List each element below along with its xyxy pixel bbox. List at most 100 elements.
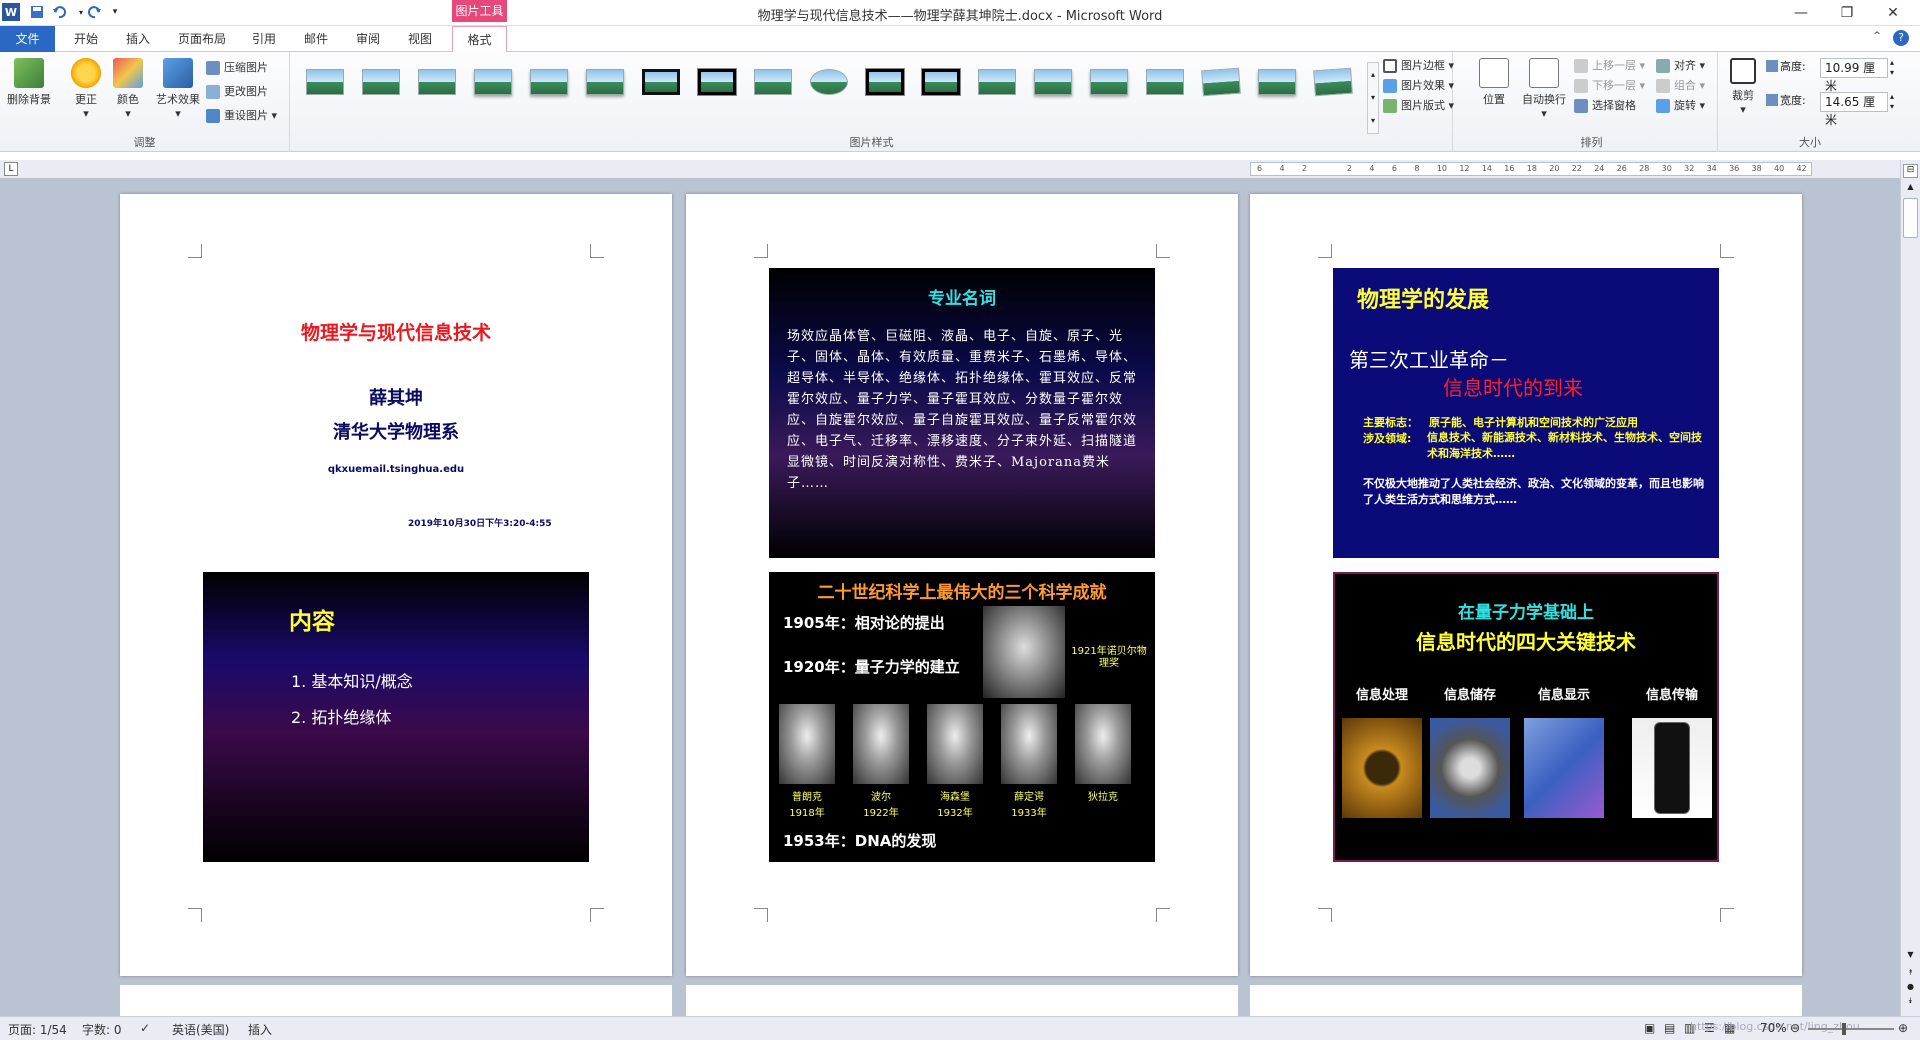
help-icon[interactable]: ? bbox=[1893, 30, 1909, 46]
wrap-text-button[interactable]: 自动换行 ▾ bbox=[1518, 58, 1570, 120]
minimize-icon[interactable]: — bbox=[1778, 0, 1824, 26]
vertical-scrollbar[interactable]: ⊟ ▲ ▼ ⯭ ● ⯯ bbox=[1900, 160, 1920, 1016]
compress-icon bbox=[206, 61, 220, 75]
picture-style-thumb[interactable] bbox=[751, 64, 795, 100]
previous-page-icon[interactable]: ⯭ bbox=[1904, 968, 1917, 980]
picture-style-thumb[interactable] bbox=[1143, 64, 1187, 100]
picture-style-thumb[interactable] bbox=[695, 64, 739, 100]
selection-pane-button[interactable]: 选择窗格 bbox=[1574, 96, 1636, 116]
remove-background-icon bbox=[14, 58, 44, 88]
picture-style-thumb[interactable] bbox=[975, 64, 1019, 100]
slide-four-technologies[interactable]: 在量子力学基础上 信息时代的四大关键技术 信息处理 信息储存 信息显示 信息传输 bbox=[1333, 572, 1719, 862]
align-button[interactable]: 对齐 ▾ bbox=[1656, 56, 1705, 76]
zoom-out-icon[interactable]: ⊖ bbox=[1790, 1021, 1800, 1035]
picture-effects-button[interactable]: 图片效果 ▾ bbox=[1383, 76, 1454, 96]
tab-selector-icon[interactable]: L bbox=[4, 162, 18, 176]
picture-style-preview bbox=[1146, 69, 1184, 95]
minimize-ribbon-icon[interactable]: ^ bbox=[1870, 31, 1884, 45]
slide-development[interactable]: 物理学的发展 第三次工业革命－ 信息时代的到来 主要标志： 原子能、电子计算机和… bbox=[1333, 268, 1719, 558]
tab-page-layout[interactable]: 页面布局 bbox=[170, 26, 234, 52]
zoom-level[interactable]: 70% bbox=[1760, 1021, 1787, 1035]
select-browse-object-icon[interactable]: ● bbox=[1904, 982, 1917, 994]
scroll-down-icon[interactable]: ▼ bbox=[1904, 950, 1917, 962]
word-count[interactable]: 字数: 0 bbox=[82, 1021, 122, 1038]
tab-file[interactable]: 文件 bbox=[0, 26, 55, 52]
picture-style-thumb[interactable] bbox=[807, 64, 851, 100]
change-picture-button[interactable]: 更改图片 bbox=[206, 82, 268, 102]
group-button[interactable]: 组合 ▾ bbox=[1656, 76, 1705, 96]
picture-layout-button[interactable]: 图片版式 ▾ bbox=[1383, 96, 1454, 116]
compress-pictures-button[interactable]: 压缩图片 bbox=[206, 58, 268, 78]
slide-achievements[interactable]: 二十世纪科学上最伟大的三个科学成就 1905年：相对论的提出 1920年：量子力… bbox=[769, 572, 1155, 862]
slide-contents[interactable]: 内容 1. 基本知识/概念 2. 拓扑绝缘体 bbox=[203, 572, 589, 862]
corrections-button[interactable]: 更正 ▾ bbox=[64, 58, 108, 120]
picture-style-thumb[interactable] bbox=[639, 64, 683, 100]
page-1: 物理学与现代信息技术 薛其坤 清华大学物理系 qkxuemail.tsinghu… bbox=[120, 194, 672, 976]
physicist-photo bbox=[853, 704, 909, 784]
bring-forward-button[interactable]: 上移一层 ▾ bbox=[1574, 56, 1645, 76]
insert-mode[interactable]: 插入 bbox=[248, 1021, 272, 1038]
picture-style-thumb[interactable] bbox=[471, 64, 515, 100]
send-backward-button[interactable]: 下移一层 ▾ bbox=[1574, 76, 1645, 96]
tab-view[interactable]: 视图 bbox=[398, 26, 442, 52]
achievement-dna: 1953年：DNA的发现 bbox=[783, 832, 937, 850]
scroll-up-icon[interactable]: ▲ bbox=[1904, 182, 1917, 194]
rotate-button[interactable]: 旋转 ▾ bbox=[1656, 96, 1705, 116]
zoom-slider[interactable] bbox=[1808, 1028, 1894, 1030]
picture-style-preview bbox=[1034, 69, 1072, 95]
full-screen-reading-icon[interactable]: ▤ bbox=[1664, 1021, 1675, 1035]
picture-style-thumb[interactable] bbox=[1087, 64, 1131, 100]
tab-format[interactable]: 格式 bbox=[452, 26, 507, 53]
zoom-in-icon[interactable]: ⊕ bbox=[1898, 1021, 1908, 1035]
reset-picture-button[interactable]: 重设图片 ▾ bbox=[206, 106, 277, 126]
picture-style-preview bbox=[530, 69, 568, 95]
width-spinner-icon[interactable]: ▴ ▾ bbox=[1890, 92, 1894, 112]
close-icon[interactable]: ✕ bbox=[1870, 0, 1916, 26]
picture-style-thumb[interactable] bbox=[359, 64, 403, 100]
artistic-effects-button[interactable]: 艺术效果 ▾ bbox=[150, 58, 206, 120]
tab-home[interactable]: 开始 bbox=[64, 26, 108, 52]
picture-style-thumb[interactable] bbox=[1031, 64, 1075, 100]
height-input[interactable]: 10.99 厘米 bbox=[1820, 58, 1888, 93]
next-page-icon[interactable]: ⯯ bbox=[1904, 996, 1917, 1008]
height-spinner-icon[interactable]: ▴ ▾ bbox=[1890, 58, 1894, 78]
physicist-nobel-year: 1922年 bbox=[863, 808, 899, 819]
slide-terms[interactable]: 专业名词 场效应晶体管、巨磁阻、液晶、电子、自旋、原子、光子、固体、晶体、有效质… bbox=[769, 268, 1155, 558]
color-button[interactable]: 颜色 ▾ bbox=[106, 58, 150, 120]
window-title: 物理学与现代信息技术——物理学薛其坤院士.docx - Microsoft Wo… bbox=[757, 9, 1163, 24]
page-count[interactable]: 页面: 1/54 bbox=[8, 1021, 67, 1038]
restore-icon[interactable]: ❐ bbox=[1824, 0, 1870, 26]
tab-insert[interactable]: 插入 bbox=[116, 26, 160, 52]
gallery-scroll[interactable]: ▴ ▾ ▾ bbox=[1367, 62, 1379, 134]
title-bar: W ▾ ▾ 图片工具 物理学与现代信息技术——物理学薛其坤院士.docx - M… bbox=[0, 0, 1920, 26]
picture-style-thumb[interactable] bbox=[1199, 64, 1243, 100]
picture-border-button[interactable]: 图片边框 ▾ bbox=[1383, 56, 1454, 76]
mobile-phone-icon bbox=[1654, 722, 1690, 814]
tab-review[interactable]: 审阅 bbox=[346, 26, 390, 52]
print-layout-icon[interactable]: ▣ bbox=[1644, 1021, 1655, 1035]
picture-style-thumb[interactable] bbox=[583, 64, 627, 100]
horizontal-ruler[interactable]: 6 4 2 2 4 6 8 10 12 14 16 18 20 22 24 26 28 30 32 34 36 38 40 4… bbox=[1250, 162, 1812, 176]
language-indicator[interactable]: 英语(美国) bbox=[172, 1021, 229, 1038]
picture-style-thumb[interactable] bbox=[863, 64, 907, 100]
width-input[interactable]: 14.65 厘米 bbox=[1820, 92, 1888, 127]
physicist-name: 普朗克 bbox=[792, 792, 822, 803]
tab-mailings[interactable]: 邮件 bbox=[294, 26, 338, 52]
zoom-slider-thumb[interactable] bbox=[1842, 1023, 1846, 1035]
picture-style-thumb[interactable] bbox=[919, 64, 963, 100]
position-button[interactable]: 位置 bbox=[1474, 58, 1514, 107]
physicist-photo bbox=[927, 704, 983, 784]
picture-style-thumb[interactable] bbox=[527, 64, 571, 100]
tab-references[interactable]: 引用 bbox=[242, 26, 286, 52]
proofing-icon[interactable]: ✓ bbox=[140, 1021, 150, 1035]
picture-style-thumb[interactable] bbox=[1255, 64, 1299, 100]
scroll-thumb[interactable] bbox=[1903, 198, 1918, 238]
picture-style-thumb[interactable] bbox=[1311, 64, 1355, 100]
ruler-toggle-icon[interactable]: ⊟ bbox=[1903, 164, 1918, 178]
margin-corner bbox=[1156, 244, 1170, 258]
picture-style-thumb[interactable] bbox=[303, 64, 347, 100]
remove-background-button[interactable]: 删除背景 bbox=[6, 58, 52, 107]
picture-style-thumb[interactable] bbox=[415, 64, 459, 100]
crop-button[interactable]: 裁剪 ▾ bbox=[1724, 58, 1762, 116]
ruler-tick-label: 2 bbox=[1301, 164, 1308, 173]
